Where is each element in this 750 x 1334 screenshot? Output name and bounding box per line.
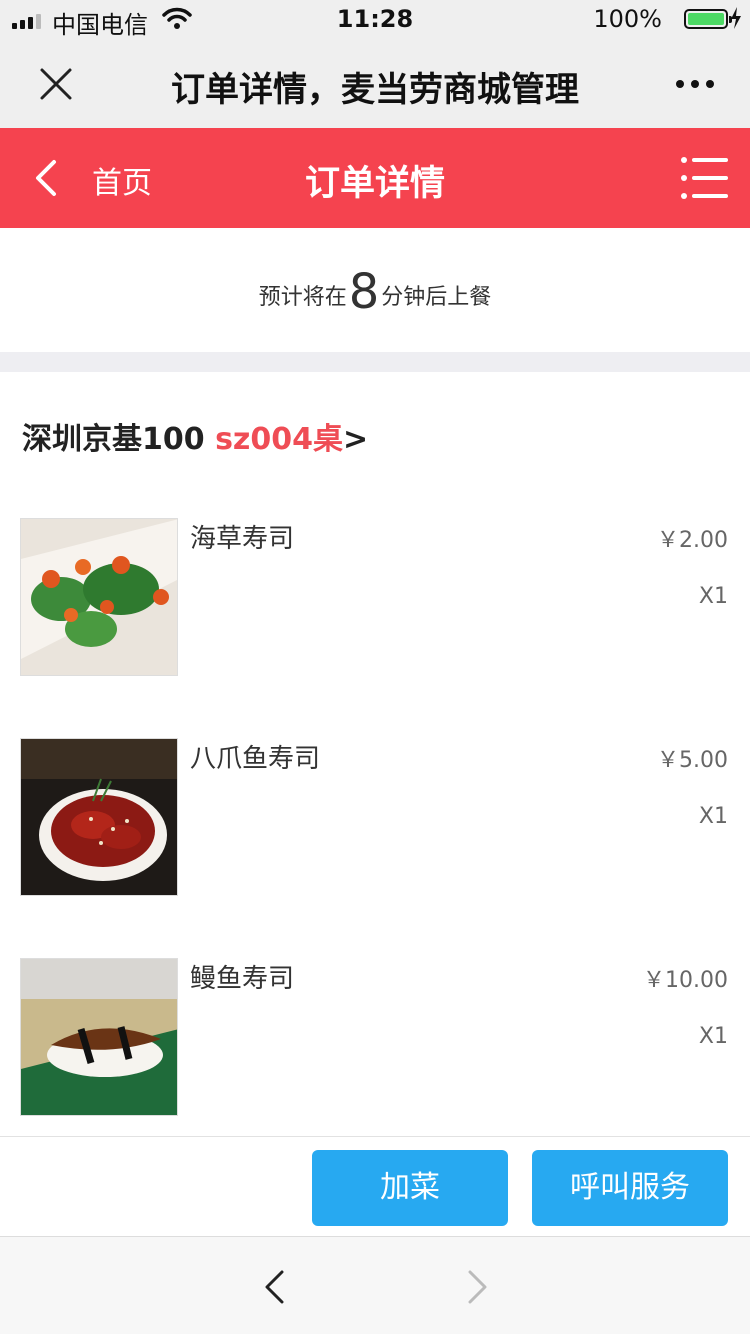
dish-name: 八爪鱼寿司 xyxy=(190,744,321,774)
battery-icon xyxy=(684,9,732,29)
dish-name: 鳗鱼寿司 xyxy=(190,964,295,994)
estimate-prefix: 预计将在 xyxy=(258,285,347,310)
dish-photo xyxy=(20,738,178,896)
order-item: 八爪鱼寿司 ￥5.00 X1 xyxy=(0,738,750,898)
dish-price: ￥5.00 xyxy=(657,748,728,773)
browser-toolbar xyxy=(0,1236,750,1334)
dish-name: 海草寿司 xyxy=(190,524,295,554)
chevron-right-icon: > xyxy=(343,422,369,457)
store-name: 深圳京基100 xyxy=(22,422,205,457)
dish-quantity: X1 xyxy=(698,584,728,609)
table-number: sz004桌 xyxy=(215,422,344,457)
more-icon[interactable] xyxy=(676,80,714,88)
browser-header: 订单详情，麦当劳商城管理 xyxy=(0,40,750,128)
battery-percent: 100% xyxy=(593,5,662,33)
app-header: 首页 订单详情 xyxy=(0,128,750,228)
add-dish-button[interactable]: 加菜 xyxy=(312,1150,508,1226)
order-item: 鳗鱼寿司 ￥10.00 X1 xyxy=(0,958,750,1118)
order-item: 海草寿司 ￥2.00 X1 xyxy=(0,518,750,678)
section-divider xyxy=(0,352,750,372)
estimate-suffix: 分钟后上餐 xyxy=(381,285,492,310)
browser-forward-icon[interactable] xyxy=(466,1269,490,1305)
store-table-link[interactable]: 深圳京基100 sz004桌> xyxy=(22,414,368,458)
browser-title: 订单详情，麦当劳商城管理 xyxy=(171,70,579,110)
browser-back-icon[interactable] xyxy=(262,1269,286,1305)
serving-estimate: 预计将在8分钟后上餐 xyxy=(0,228,750,352)
call-service-button[interactable]: 呼叫服务 xyxy=(532,1150,728,1226)
close-icon[interactable] xyxy=(36,64,76,104)
dish-price: ￥10.00 xyxy=(643,968,728,993)
charging-icon xyxy=(731,7,741,29)
dish-photo xyxy=(20,518,178,676)
dish-quantity: X1 xyxy=(698,804,728,829)
dish-price: ￥2.00 xyxy=(657,528,728,553)
menu-icon[interactable] xyxy=(680,155,730,201)
dish-photo xyxy=(20,958,178,1116)
page-title: 订单详情 xyxy=(304,164,445,204)
estimate-minutes: 8 xyxy=(348,264,380,320)
action-bar: 加菜 呼叫服务 xyxy=(0,1136,750,1236)
status-bar: 中国电信 11:28 100% xyxy=(0,0,750,40)
dish-quantity: X1 xyxy=(698,1024,728,1049)
